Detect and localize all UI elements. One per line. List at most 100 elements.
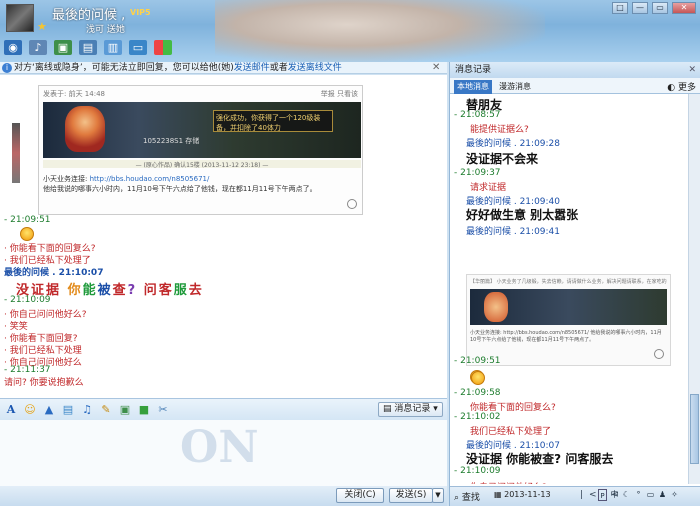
apps-icon[interactable] [154,40,172,55]
close-window-button[interactable]: ✕ [672,2,696,14]
history-icon: ▤ [383,404,395,414]
tab-local-messages[interactable]: 本地消息 [454,80,492,94]
vip-badge: VIP5 [130,8,151,17]
ime-user-icon[interactable]: ♟ [658,489,667,501]
search-button[interactable]: ⌕ 查找 [454,490,480,503]
post-line: 他给我说的哪事六小时内，11月10号下午六点给了他钱，现在都11月11号下午两点… [43,185,317,193]
send-mail-link[interactable]: 发送邮件 [234,63,270,73]
history-footer: ⌕ 查找 ▦ 2013-11-13 |< < P 中 ☾ ° ▭ ♟ ✧ [450,486,700,506]
post-link[interactable]: http://bbs.houdao.com/n8505671/ [90,175,210,183]
minimize-button[interactable]: — [632,2,648,14]
shared-screenshot[interactable]: 发表于: 前天 14:48 举报 只看该 强化成功，你获得了一个120级装备，并… [38,85,363,215]
date-value: 2013-11-13 [504,490,551,499]
window-controls: □ — ▭ ✕ [612,2,696,14]
game-character [484,292,508,322]
title-bar: ★ 最後的问候 , VIP5 浅可 送她 □ — ▭ ✕ ◉ ♪ ▣ ▤ ▥ ▭ [0,0,700,62]
ime-punct-icon[interactable]: ° [634,489,643,501]
input-background-watermark: ON [180,422,259,473]
message-timestamp: - 21:09:58 [454,388,501,398]
offline-notice: i 对方‘离线或隐身’，可能无法立即回复，您可以给他(她)发送邮件或者发送离线文… [0,62,447,74]
zoom-icon[interactable] [347,199,357,209]
emoji-icon[interactable]: ☺ [23,403,37,417]
chat-history: 发表于: 前天 14:48 举报 只看该 强化成功，你获得了一个120级装备，并… [0,75,447,398]
message-timestamp: - 21:10:02 [454,412,501,422]
message-timestamp: - 21:09:37 [454,168,501,178]
image-fragment [12,123,20,183]
send-button[interactable]: 发送(S) [389,488,433,503]
message-text: 没证据不会来 [466,152,539,166]
search-label: 查找 [461,493,480,503]
ime-logo-icon[interactable]: P [598,489,607,501]
post-date: 发表于: 前天 14:48 [43,90,105,98]
video-call-icon[interactable]: ◉ [4,40,22,55]
message-sender: 最後的问候 . 21:09:41 [466,227,561,237]
message-timestamp: - 21:08:57 [454,110,501,120]
notice-text: 对方‘离线或隐身’，可能无法立即回复，您可以给他(她) [14,63,234,73]
avatar[interactable] [6,4,34,32]
maximize-button[interactable]: ▭ [652,2,668,14]
message-input[interactable]: ON [0,420,447,486]
history-close-icon[interactable]: ✕ [688,62,696,78]
music-icon[interactable]: ♫ [80,403,94,417]
date-picker[interactable]: ▦ 2013-11-13 [494,490,551,499]
history-scrollbar[interactable] [688,94,700,484]
ime-settings-icon[interactable]: ✧ [670,489,679,501]
more-label: 更多 [677,83,696,93]
status-text: 浅可 送她 [86,25,125,35]
skin-button[interactable]: □ [612,2,628,14]
font-icon[interactable]: A [4,403,18,417]
message-timestamp: - 21:11:37 [4,365,51,375]
voice-message-icon[interactable]: ▤ [61,403,75,417]
send-options-button[interactable]: ▼ [432,488,444,503]
history-shot-head: 【华丽篇】 小天业务了几级锻，失去信赖，请请做什么业务，解决问题请联系，在家吃的 [470,279,667,285]
ime-moon-icon[interactable]: ☾ [622,489,631,501]
game-screenshot: 强化成功，你获得了一个120级装备，并扣除了40体力 1052238S1 存储 [43,102,361,158]
monitor-icon[interactable]: ▭ [129,40,147,55]
post-actions: 举报 只看该 [320,90,358,98]
contact-nickname: 最後的问候 , [52,8,126,23]
history-title-text: 消息记录 [455,65,492,75]
nudge-icon[interactable]: ▲ [42,403,56,417]
message-sender: 最後的问候 . 21:10:07 [4,268,104,278]
screen-share-icon[interactable]: ▥ [104,40,122,55]
history-shot-text: 小天业务连接: http://bbs.houdao.com/n8505671/ … [470,330,662,343]
notice-close-icon[interactable]: ✕ [432,62,440,73]
ime-tray: P 中 ☾ ° ▭ ♟ ✧ [598,489,679,501]
history-tabs: 本地消息 漫游消息 ◐ 更多 [450,78,700,94]
gift-icon[interactable]: ■ [137,403,151,417]
game-stats: 1052238S1 存储 [143,137,200,145]
message-text: 能提供证据么? [470,125,529,135]
ime-chinese-icon[interactable]: 中 [610,489,619,501]
star-icon: ★ [37,20,47,33]
more-icon: ◐ [667,83,678,93]
history-shot-game [470,289,667,325]
message-text: 没证据 你能被查? 问客服去 [466,452,614,466]
voice-call-icon[interactable]: ♪ [29,40,47,55]
send-file-icon[interactable]: ▤ [79,40,97,55]
calendar-icon: ▦ [494,490,505,499]
emoji-icon [470,370,485,385]
doodle-icon[interactable]: ✎ [99,403,113,417]
screenshot-icon[interactable]: ✂ [156,403,170,417]
zoom-icon[interactable] [654,349,664,359]
post-link-label: 小天业务连接: [43,175,88,183]
more-button[interactable]: ◐ 更多 [667,80,696,93]
scrollbar-thumb[interactable] [690,394,699,464]
history-screenshot[interactable]: 【华丽篇】 小天业务了几级锻，失去信赖，请请做什么业务，解决问题请联系，在家吃的… [466,274,671,366]
chat-toolbar: ◉ ♪ ▣ ▤ ▥ ▭ [4,40,172,55]
game-character [65,106,105,152]
history-panel-title: 消息记录 ✕ [450,62,700,78]
remote-desktop-icon[interactable]: ▣ [54,40,72,55]
background-photo [215,0,545,62]
message-history-button[interactable]: ▤ 消息记录 ▾ [378,402,443,417]
history-message-list: 【华丽篇】 小天业务了几级锻，失去信赖，请请做什么业务，解决问题请联系，在家吃的… [450,94,700,484]
ime-keyboard-icon[interactable]: ▭ [646,489,655,501]
search-icon: ⌕ [454,493,462,503]
tab-roaming-messages[interactable]: 漫游消息 [496,80,534,94]
post-divider: — (原心作品) 确认15楼 (2013-11-12 23:18) — [43,160,361,169]
send-offline-file-link[interactable]: 发送离线文件 [288,63,342,73]
bottom-bar: 关闭(C) 发送(S) ▼ [0,486,447,506]
message-timestamp: - 21:10:09 [4,295,51,305]
image-icon[interactable]: ▣ [118,403,132,417]
close-button[interactable]: 关闭(C) [336,488,384,503]
